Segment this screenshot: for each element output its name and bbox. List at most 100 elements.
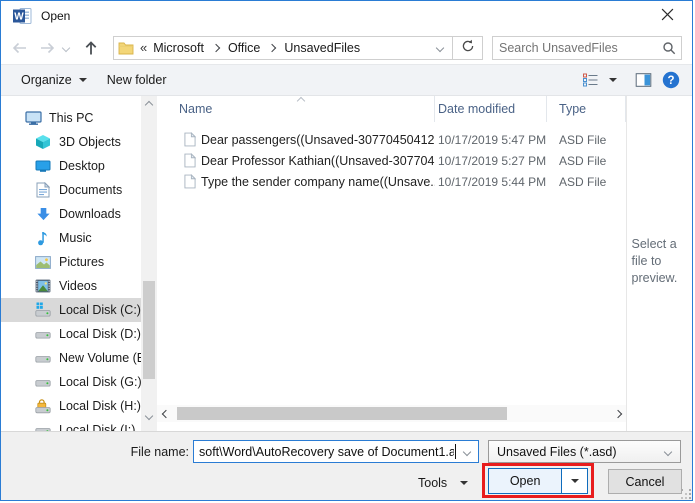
- chevron-right-icon[interactable]: [212, 43, 220, 51]
- preview-pane: Select a file to preview.: [626, 96, 693, 431]
- svg-text:?: ?: [667, 75, 674, 87]
- scrollbar-thumb[interactable]: [143, 281, 155, 379]
- videos-icon: [34, 278, 52, 295]
- sidebar-item[interactable]: Local Disk (G:): [1, 370, 141, 394]
- cancel-label: Cancel: [626, 475, 665, 489]
- chevron-down-icon: [664, 447, 672, 455]
- sidebar-item[interactable]: New Volume (E:): [1, 346, 141, 370]
- folder-icon: [118, 41, 134, 55]
- sidebar-item[interactable]: This PC: [1, 106, 141, 130]
- up-icon[interactable]: [79, 36, 103, 60]
- file-type-dropdown-chevron: [656, 449, 680, 455]
- view-dropdown-arrow-icon[interactable]: [609, 78, 617, 82]
- chevron-down-icon: [463, 447, 471, 455]
- chevron-down-icon: [145, 412, 153, 420]
- scroll-right-arrow[interactable]: [609, 405, 626, 422]
- back-icon[interactable]: [7, 36, 31, 60]
- search-box: [492, 36, 682, 60]
- open-label[interactable]: Open: [489, 469, 561, 493]
- breadcrumb-item[interactable]: UnsavedFiles: [278, 41, 366, 55]
- chevron-down-icon: [62, 43, 70, 51]
- disk-icon: [34, 350, 52, 367]
- sidebar-item[interactable]: Desktop: [1, 154, 141, 178]
- help-icon[interactable]: ?: [662, 71, 680, 89]
- file-rows: Dear passengers((Unsaved-307704504126...…: [157, 129, 626, 192]
- chevron-right-icon[interactable]: [268, 43, 276, 51]
- breadcrumb-overflow[interactable]: «: [140, 40, 147, 55]
- recent-locations-chevron[interactable]: [59, 36, 73, 60]
- sidebar-scrollbar[interactable]: [141, 96, 157, 431]
- sidebar-item[interactable]: Documents: [1, 178, 141, 202]
- sidebar-item[interactable]: Downloads: [1, 202, 141, 226]
- close-button[interactable]: [652, 4, 682, 28]
- close-icon: [661, 8, 674, 24]
- scroll-up-arrow[interactable]: [141, 97, 157, 113]
- column-header-date-modified[interactable]: Date modified: [435, 96, 547, 122]
- file-type-select[interactable]: Unsaved Files (*.asd): [488, 440, 681, 463]
- file-date-modified: 10/17/2019 5:44 PM: [435, 175, 547, 189]
- file-name-dropdown-chevron[interactable]: [456, 449, 478, 455]
- disk-icon: [34, 374, 52, 391]
- navigation-pane: This PC 3D Objects Desktop Documents: [1, 96, 141, 431]
- address-bar[interactable]: « Microsoft Office UnsavedFiles: [113, 36, 453, 60]
- tools-button[interactable]: Tools: [418, 476, 468, 490]
- disk-icon: [34, 326, 52, 343]
- table-row[interactable]: Dear Professor Kathian((Unsaved-307704..…: [157, 150, 626, 171]
- documents-icon: [34, 182, 52, 199]
- dropdown-arrow-icon: [79, 78, 87, 82]
- column-header-type[interactable]: Type: [547, 96, 626, 122]
- chevron-right-icon: [613, 409, 621, 417]
- 3d-objects-icon: [34, 134, 52, 151]
- sidebar-item[interactable]: Local Disk (D:): [1, 322, 141, 346]
- file-icon: [184, 174, 196, 189]
- new-folder-button[interactable]: New folder: [97, 65, 177, 95]
- preview-pane-icon[interactable]: [635, 73, 652, 87]
- red-highlight-annotation: Open: [482, 463, 594, 498]
- this-pc-icon: [24, 110, 42, 127]
- forward-icon[interactable]: [35, 36, 59, 60]
- sidebar-item[interactable]: Videos: [1, 274, 141, 298]
- sidebar-item[interactable]: Pictures: [1, 250, 141, 274]
- scrollbar-thumb[interactable]: [177, 407, 507, 420]
- table-row[interactable]: Dear passengers((Unsaved-307704504126...…: [157, 129, 626, 150]
- tools-label: Tools: [418, 476, 447, 490]
- scroll-down-arrow[interactable]: [141, 408, 157, 424]
- breadcrumb-item[interactable]: Microsoft: [147, 41, 222, 55]
- dialog-footer: File name: soft\Word\AutoRecovery save o…: [1, 431, 693, 501]
- details-view-icon[interactable]: [582, 73, 599, 87]
- file-date-modified: 10/17/2019 5:47 PM: [435, 133, 547, 147]
- table-row[interactable]: Type the sender company name((Unsave... …: [157, 171, 626, 192]
- breadcrumb-item[interactable]: Office: [222, 41, 278, 55]
- dropdown-arrow-icon: [571, 479, 579, 483]
- disk-icon: [34, 422, 52, 432]
- file-name: Dear passengers((Unsaved-307704504126...: [201, 133, 435, 147]
- cancel-button[interactable]: Cancel: [608, 469, 682, 494]
- svg-text:W: W: [14, 12, 24, 23]
- chevron-left-icon: [161, 409, 169, 417]
- title-bar: W Open: [1, 1, 693, 31]
- file-name-input[interactable]: soft\Word\AutoRecovery save of Document1…: [193, 440, 479, 463]
- search-input[interactable]: [493, 41, 657, 55]
- column-headers: Name Date modified Type: [157, 96, 626, 122]
- dropdown-arrow-icon: [460, 481, 468, 485]
- sidebar-item[interactable]: 3D Objects: [1, 130, 141, 154]
- navigation-bar: « Microsoft Office UnsavedFiles: [1, 31, 693, 64]
- music-icon: [34, 230, 52, 247]
- sidebar-item[interactable]: Music: [1, 226, 141, 250]
- sidebar-item[interactable]: Local Disk (C:): [1, 298, 141, 322]
- sidebar-item[interactable]: Local Disk (H:): [1, 394, 141, 418]
- search-icon[interactable]: [657, 41, 681, 55]
- file-list: Name Date modified Type Dear passengers(…: [157, 96, 626, 431]
- address-dropdown-chevron[interactable]: [428, 45, 452, 51]
- horizontal-scrollbar[interactable]: [157, 405, 626, 422]
- file-name-label: File name:: [1, 445, 189, 459]
- organize-button[interactable]: Organize: [11, 65, 97, 95]
- refresh-button[interactable]: [453, 36, 483, 60]
- scroll-left-arrow[interactable]: [157, 405, 174, 422]
- disk-lock-icon: [34, 398, 52, 415]
- sidebar-item[interactable]: Local Disk (I:): [1, 418, 141, 431]
- open-button[interactable]: Open: [488, 468, 588, 494]
- open-split-dropdown[interactable]: [561, 469, 587, 493]
- resize-grip[interactable]: [681, 489, 691, 499]
- open-dialog: W Open « Microsoft Office: [0, 0, 693, 501]
